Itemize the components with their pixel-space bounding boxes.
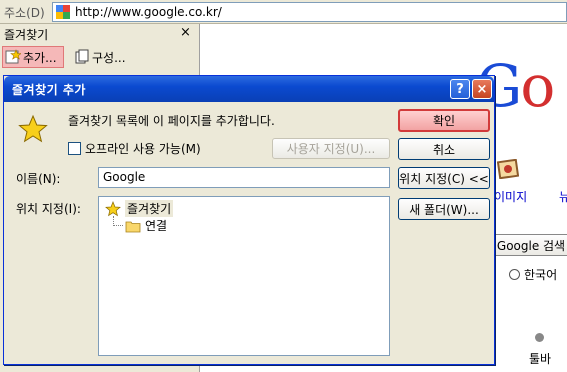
dialog-close-button[interactable]: × [472, 79, 492, 99]
address-label: 주소(D) [4, 6, 45, 20]
cancel-button[interactable]: 취소 [398, 138, 490, 160]
news-link[interactable]: 뉴 [559, 188, 567, 205]
customize-button-label: 사용자 지정(U)... [286, 142, 376, 156]
favorites-organize-button[interactable]: 구성... [72, 46, 142, 68]
toolbar-link[interactable]: 툴바 [529, 350, 551, 367]
new-folder-button[interactable]: 새 폴더(W)... [398, 198, 490, 220]
add-favorite-icon [5, 49, 21, 64]
tree-item-label: 연결 [145, 219, 168, 233]
favorite-star-icon [18, 114, 48, 143]
close-icon: × [476, 81, 488, 97]
favorites-toolbar: 추가... 구성... [0, 44, 200, 70]
google-favicon-icon [56, 5, 70, 19]
images-link[interactable]: 이미지 [494, 188, 527, 205]
folder-icon [125, 221, 141, 232]
tree-root-label: 즐겨찾기 [125, 200, 174, 217]
favorites-close-icon[interactable]: × [180, 25, 191, 40]
address-bar: 주소(D) http://www.google.co.kr/ [0, 0, 567, 24]
favorites-star-icon [105, 200, 121, 216]
tree-root-item[interactable]: 즐겨찾기 [105, 200, 174, 217]
address-input[interactable]: http://www.google.co.kr/ [52, 2, 567, 22]
customize-button[interactable]: 사용자 지정(U)... [272, 138, 390, 159]
dialog-title: 즐겨찾기 추가 [12, 83, 86, 97]
create-in-button[interactable]: 위치 지정(C) << [398, 167, 490, 189]
new-folder-button-label: 새 폴더(W)... [409, 202, 479, 217]
tree-item-links[interactable]: 연결 [125, 217, 167, 234]
favorites-add-label: 추가... [23, 50, 57, 65]
google-search-label: Google 검색 [496, 238, 566, 253]
cancel-button-label: 취소 [432, 142, 456, 157]
dialog-titlebar[interactable]: 즐겨찾기 추가 ? × [4, 76, 494, 102]
korean-radio-label: 한국어 [524, 268, 558, 282]
create-in-button-label: 위치 지정(C) << [399, 171, 489, 186]
name-label: 이름(N): [16, 172, 61, 186]
offline-checkbox-label: 오프라인 사용 가능(M) [85, 142, 201, 156]
korean-radio[interactable]: 한국어 [509, 266, 557, 283]
help-icon: ? [456, 81, 464, 97]
toolbar-bullet-icon [535, 333, 544, 342]
dialog-description: 즐겨찾기 목록에 이 페이지를 추가합니다. [68, 114, 275, 128]
ok-button[interactable]: 확인 [398, 109, 490, 132]
radio-circle-icon [509, 269, 520, 280]
organize-icon [75, 49, 89, 64]
name-input[interactable]: Google [98, 167, 390, 188]
google-search-button[interactable]: Google 검색 [493, 234, 567, 256]
favorites-add-button[interactable]: 추가... [2, 46, 64, 68]
offline-checkbox[interactable] [68, 142, 81, 155]
help-button[interactable]: ? [450, 79, 470, 99]
location-tree[interactable]: 즐겨찾기 연결 [98, 196, 390, 356]
ok-button-label: 확인 [432, 114, 456, 128]
offline-checkbox-row[interactable]: 오프라인 사용 가능(M) [68, 140, 201, 157]
tree-connector [113, 225, 123, 226]
location-label: 위치 지정(I): [16, 202, 81, 216]
address-url: http://www.google.co.kr/ [75, 5, 222, 19]
favorites-pane-title: 즐겨찾기 [4, 28, 49, 42]
add-favorite-dialog: 즐겨찾기 추가 ? × 즐겨찾기 목록에 이 페이지를 추가합니다. 오프라인 … [3, 75, 495, 365]
favorites-organize-label: 구성... [92, 50, 126, 65]
images-icon [497, 159, 519, 179]
name-input-value: Google [103, 170, 146, 184]
